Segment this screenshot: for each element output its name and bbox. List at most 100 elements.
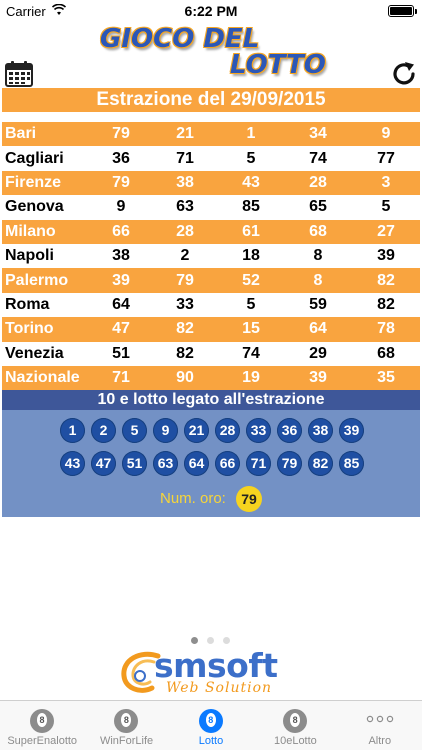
- tab-bar: SuperEnalotto WinForLife Lotto 10eLotto …: [0, 700, 422, 750]
- number-ball: 38: [308, 418, 333, 443]
- drawn-number: 28: [309, 173, 327, 191]
- drawn-number: 82: [176, 320, 194, 338]
- tab-label: Altro: [368, 735, 392, 747]
- tab-lotto[interactable]: Lotto: [169, 701, 253, 750]
- drawn-number: 79: [176, 271, 194, 289]
- smsoft-logo: smsoft Web Solution: [118, 646, 308, 698]
- number-ball: 43: [60, 451, 85, 476]
- tab-label: WinForLife: [99, 735, 154, 747]
- drawn-number: 19: [242, 369, 260, 387]
- drawn-number: 15: [242, 320, 260, 338]
- number-ball: 79: [277, 451, 302, 476]
- refresh-icon[interactable]: [390, 60, 418, 88]
- lottery-ball-icon: [198, 709, 223, 733]
- drawn-number: 9: [116, 198, 126, 216]
- drawn-number: 64: [112, 295, 130, 313]
- city-name: Nazionale: [5, 369, 80, 387]
- number-ball: 2: [91, 418, 116, 443]
- drawn-number: 52: [242, 271, 260, 289]
- gold-number-ball: 79: [236, 486, 262, 512]
- drawn-number: 36: [112, 149, 130, 167]
- number-ball: 39: [339, 418, 364, 443]
- number-ball: 36: [277, 418, 302, 443]
- table-row: Palermo 39 79 52 8 82: [2, 268, 420, 293]
- drawn-number: 5: [246, 295, 256, 313]
- drawn-number: 5: [246, 149, 256, 167]
- table-row: Firenze 79 38 43 28 3: [2, 170, 420, 196]
- number-ball: 64: [184, 451, 209, 476]
- tab-label: 10eLotto: [273, 735, 317, 747]
- drawn-number: 39: [309, 369, 327, 387]
- tab-altro[interactable]: Altro: [338, 701, 422, 750]
- brand-subtitle: Web Solution: [166, 680, 273, 696]
- drawn-number: 43: [242, 173, 260, 191]
- page-dot[interactable]: [223, 637, 230, 644]
- drawn-number: 71: [112, 369, 130, 387]
- drawn-number: 78: [377, 320, 395, 338]
- status-bar: Carrier 6:22 PM: [0, 0, 422, 22]
- city-name: Milano: [5, 222, 56, 240]
- number-ball: 21: [184, 418, 209, 443]
- city-name: Roma: [5, 295, 50, 313]
- drawn-number: 35: [377, 369, 395, 387]
- table-row: Cagliari 36 71 5 74 77: [2, 146, 420, 171]
- ball-row: 43 47 51 63 64 66 71 79 82 85: [58, 451, 368, 477]
- table-row: Torino 47 82 15 64 78: [2, 317, 420, 342]
- drawn-number: 82: [377, 271, 395, 289]
- drawn-number: 66: [112, 222, 130, 240]
- drawn-number: 1: [246, 125, 256, 143]
- drawn-number: 27: [377, 222, 395, 240]
- city-name: Napoli: [5, 247, 54, 265]
- drawn-number: 18: [242, 247, 260, 265]
- drawn-number: 90: [176, 369, 194, 387]
- number-ball: 9: [153, 418, 178, 443]
- table-row: Nazionale 71 90 19 39 35: [2, 365, 420, 391]
- table-row: Milano 66 28 61 68 27: [2, 219, 420, 244]
- page-control[interactable]: [188, 637, 234, 645]
- tab-label: Lotto: [198, 735, 224, 747]
- ball-row: 1 2 5 9 21 28 33 36 38 39: [58, 418, 368, 444]
- drawn-number: 74: [242, 344, 260, 362]
- drawn-number: 2: [180, 247, 190, 265]
- number-ball: 28: [215, 418, 240, 443]
- number-ball: 5: [122, 418, 147, 443]
- drawn-number: 29: [309, 344, 327, 362]
- drawn-number: 33: [176, 295, 194, 313]
- drawn-number: 64: [309, 320, 327, 338]
- tab-winforlife[interactable]: WinForLife: [84, 701, 168, 750]
- battery-icon: [388, 5, 417, 17]
- number-ball: 47: [91, 451, 116, 476]
- number-ball: 85: [339, 451, 364, 476]
- drawn-number: 51: [112, 344, 130, 362]
- diecielotto-header: 10 e lotto legato all'estrazione: [2, 390, 420, 410]
- tab-10elotto[interactable]: 10eLotto: [253, 701, 337, 750]
- table-row: Venezia 51 82 74 29 68: [2, 341, 420, 366]
- city-name: Torino: [5, 320, 54, 338]
- drawn-number: 59: [309, 295, 327, 313]
- table-row: Bari 79 21 1 34 9: [2, 122, 420, 147]
- table-row: Napoli 38 2 18 8 39: [2, 243, 420, 269]
- city-name: Firenze: [5, 173, 62, 191]
- number-ball: 71: [246, 451, 271, 476]
- city-name: Palermo: [5, 271, 69, 289]
- results-table: Bari 79 21 1 34 9 Cagliari 36 71 5 74 77…: [2, 122, 420, 391]
- city-name: Bari: [5, 125, 37, 143]
- number-ball: 63: [153, 451, 178, 476]
- lottery-ball-icon: [114, 709, 139, 733]
- drawn-number: 85: [242, 198, 260, 216]
- page-dot-active[interactable]: [191, 637, 198, 644]
- calendar-icon[interactable]: [5, 60, 33, 88]
- clock: 6:22 PM: [184, 3, 238, 19]
- page-dot[interactable]: [207, 637, 214, 644]
- drawn-number: 71: [176, 149, 194, 167]
- city-name: Genova: [5, 198, 64, 216]
- table-row: Genova 9 63 85 65 5: [2, 195, 420, 220]
- diecielotto-panel: 10 e lotto legato all'estrazione 1 2 5 9…: [2, 390, 420, 517]
- drawn-number: 65: [309, 198, 327, 216]
- drawn-number: 38: [176, 173, 194, 191]
- drawn-number: 77: [377, 149, 395, 167]
- tab-superenalotto[interactable]: SuperEnalotto: [0, 701, 84, 750]
- logo-line-2: LOTTO: [230, 50, 326, 80]
- drawn-number: 38: [112, 247, 130, 265]
- drawn-number: 68: [309, 222, 327, 240]
